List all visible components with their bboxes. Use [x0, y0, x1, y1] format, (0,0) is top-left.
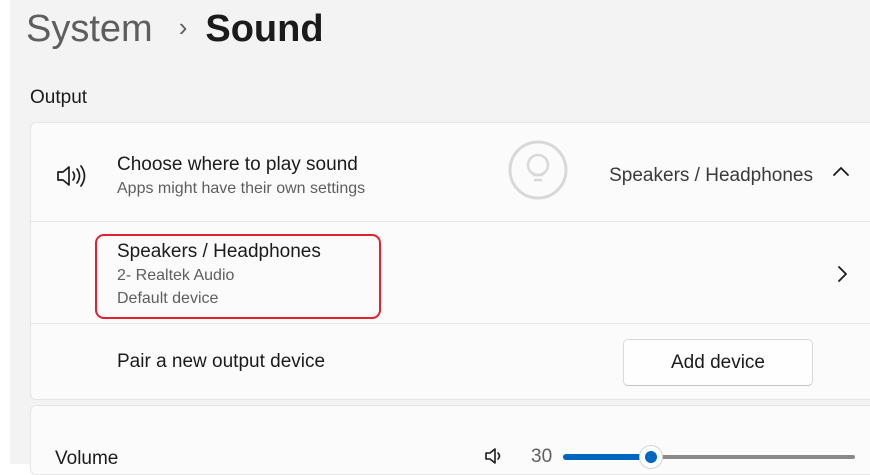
choose-output-row[interactable]: Choose where to play sound Apps might ha… [31, 123, 870, 222]
output-card: Choose where to play sound Apps might ha… [30, 122, 870, 400]
volume-slider-thumb[interactable] [638, 445, 663, 469]
device-detail: 2- Realtek Audio [117, 267, 235, 284]
chevron-up-icon[interactable] [831, 163, 851, 179]
device-name: Speakers / Headphones [117, 241, 321, 262]
section-label-output: Output [30, 87, 88, 108]
chevron-right-icon [838, 266, 847, 282]
choose-output-subtitle: Apps might have their own settings [117, 180, 366, 197]
volume-slider-fill [563, 454, 651, 460]
breadcrumb-parent-system[interactable]: System [26, 8, 153, 51]
volume-slider[interactable] [563, 444, 855, 470]
breadcrumb: System › Sound [26, 8, 324, 51]
breadcrumb-chevron-icon: › [178, 12, 188, 42]
volume-card: Volume 30 [30, 405, 870, 475]
pair-device-row: Pair a new output device Add device [31, 324, 870, 401]
page-title: Sound [205, 8, 324, 50]
settings-window: System › Sound Output Choose where to pl… [0, 0, 870, 475]
volume-label: Volume [55, 448, 119, 469]
watermark-bulb-icon [508, 140, 568, 200]
add-device-button[interactable]: Add device [623, 339, 813, 386]
speaker-icon [57, 165, 86, 187]
pair-device-label: Pair a new output device [117, 351, 326, 372]
volume-value: 30 [531, 446, 553, 467]
selected-output-device: Speakers / Headphones [609, 165, 813, 186]
left-edge [0, 0, 10, 464]
choose-output-title: Choose where to play sound [117, 154, 358, 175]
output-device-row[interactable]: Speakers / Headphones 2- Realtek Audio D… [31, 222, 870, 324]
volume-slider-thumb-dot [644, 451, 657, 463]
device-status: Default device [117, 290, 219, 307]
